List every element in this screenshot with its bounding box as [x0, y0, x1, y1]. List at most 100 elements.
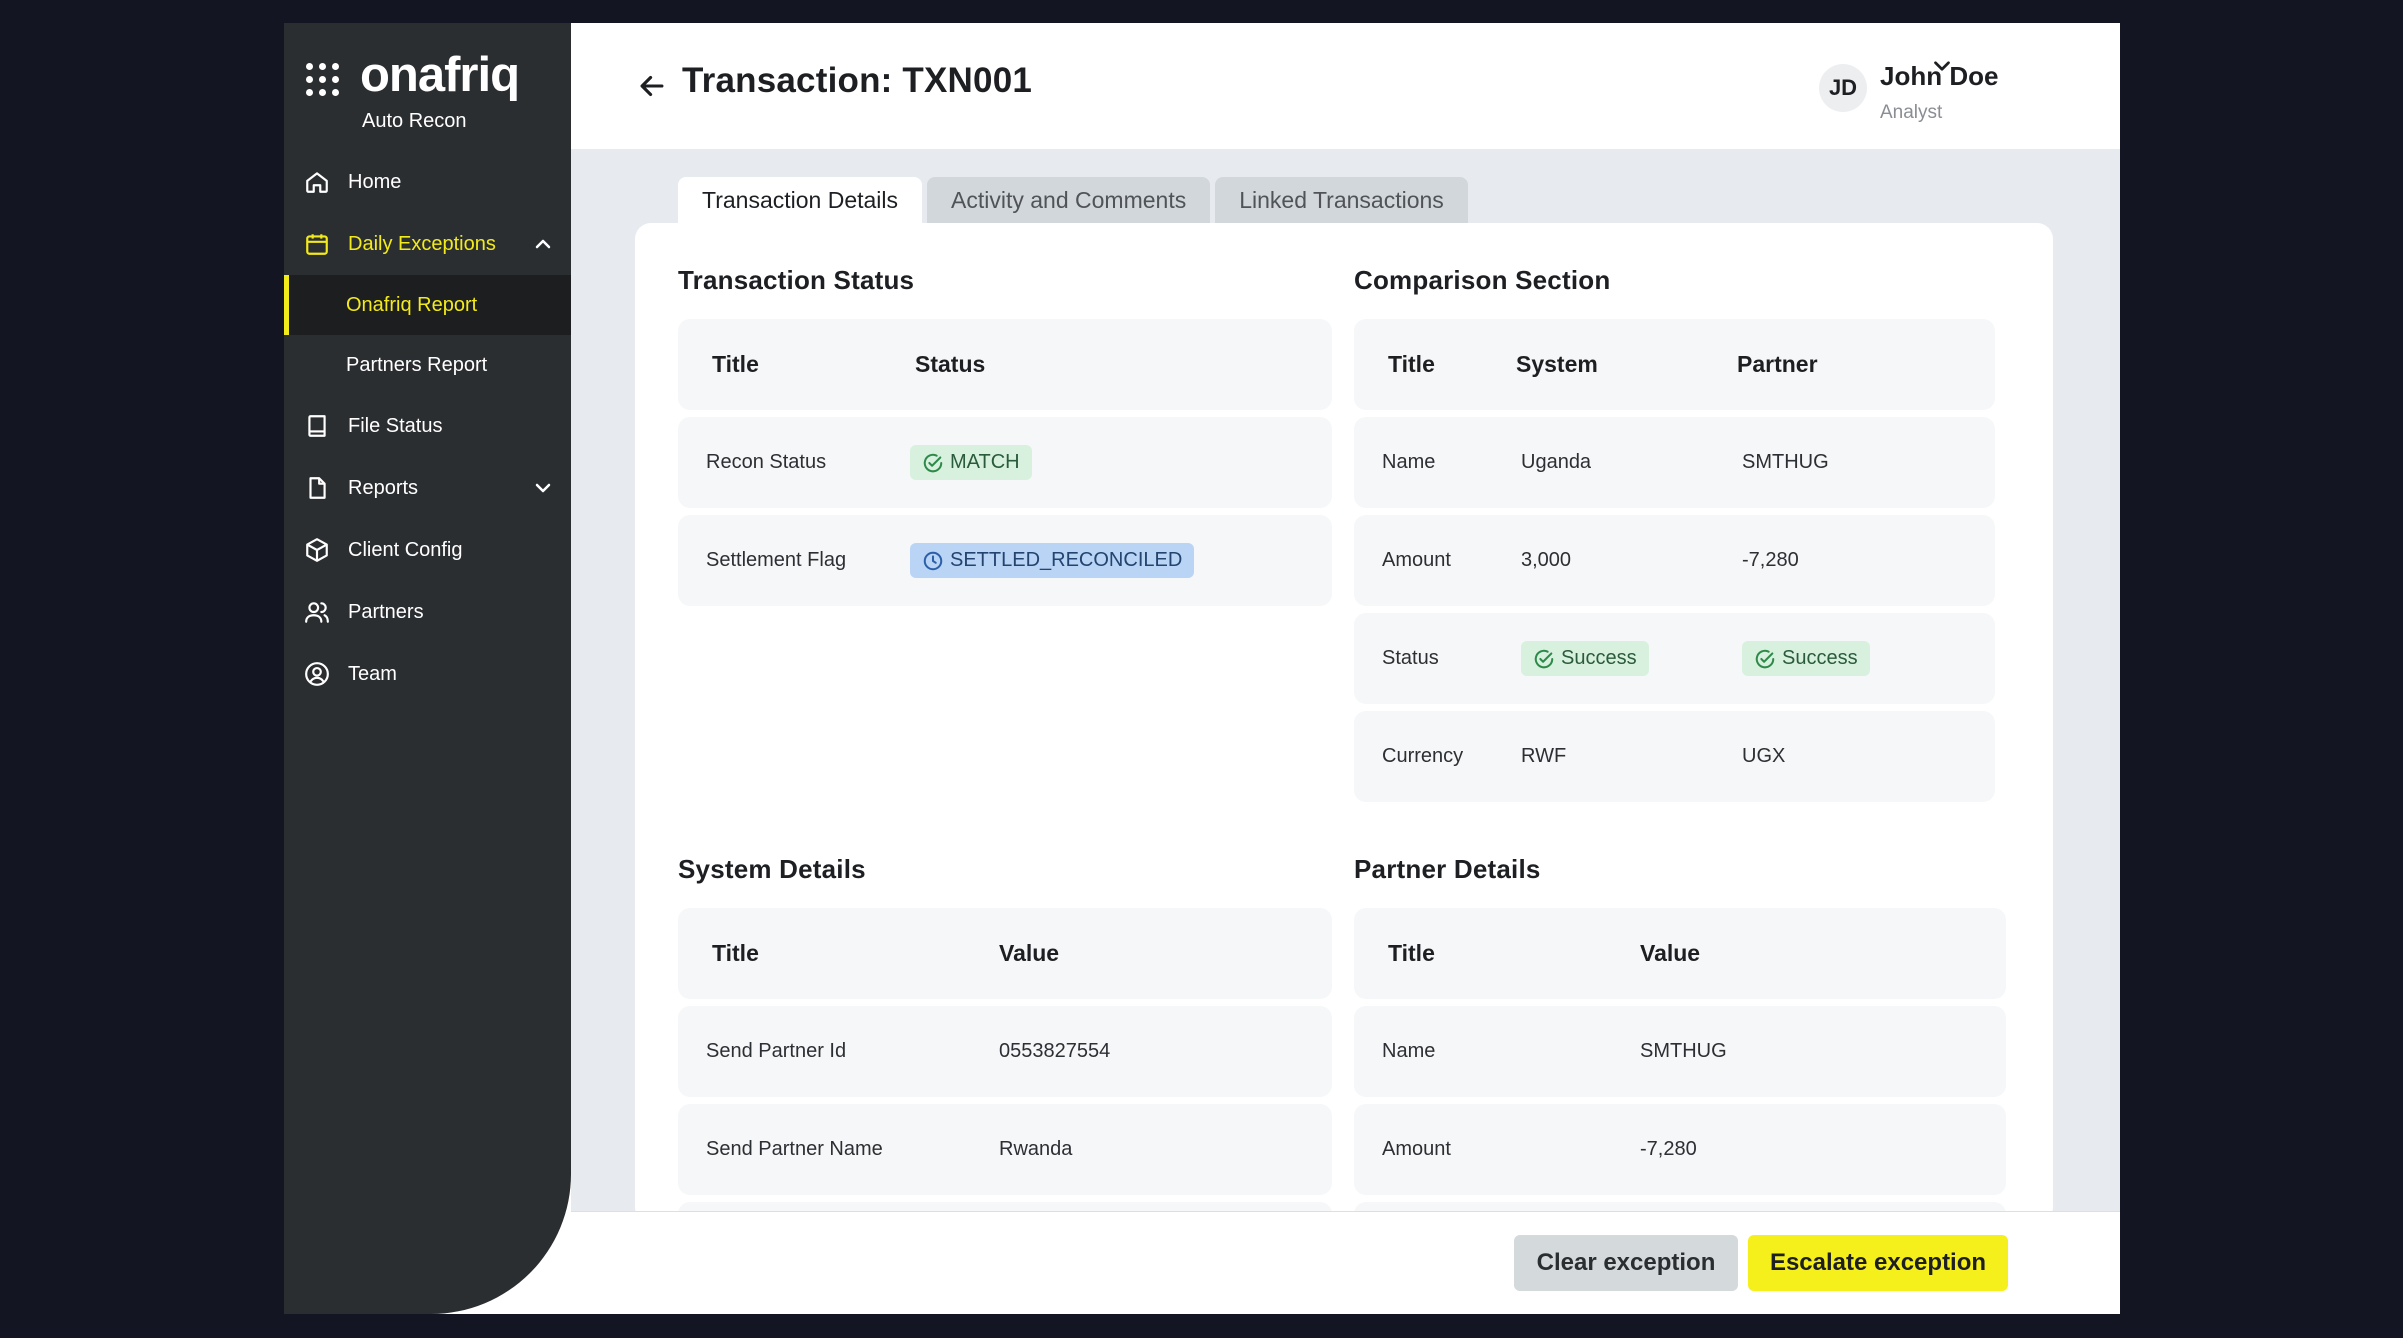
check-circle-icon — [1534, 649, 1554, 668]
top-bar: Transaction: TXN001 JD John Doe Analyst — [571, 23, 2120, 149]
table-row: Settlement Flag SETTLED_RECONCILED — [678, 515, 1332, 606]
column-header: Value — [999, 940, 1060, 966]
home-icon — [302, 167, 332, 197]
table-header-row: Title Value — [678, 908, 1332, 999]
action-footer: Clear exception Escalate exception — [571, 1211, 2120, 1314]
row-title: Amount — [1382, 549, 1451, 571]
column-header: Partner — [1737, 351, 1818, 377]
apps-grid-icon[interactable] — [306, 63, 340, 97]
status-badge: SETTLED_RECONCILED — [910, 543, 1195, 578]
comparison-section: Comparison Section Title System Partner … — [1354, 265, 1995, 809]
sidebar-item-partners[interactable]: Partners — [284, 581, 571, 643]
system-value: Uganda — [1521, 451, 1592, 473]
column-header: System — [1516, 351, 1598, 377]
section-title: System Details — [678, 854, 866, 884]
sidebar-item-reports[interactable]: Reports — [284, 457, 571, 519]
sidebar-subitem-partners-report[interactable]: Partners Report — [284, 335, 571, 395]
partner-value: -7,280 — [1742, 549, 1799, 571]
row-title: Recon Status — [706, 451, 827, 473]
system-value: 3,000 — [1521, 549, 1572, 571]
table-row: Send Partner Name Rwanda — [678, 1104, 1332, 1195]
column-header: Title — [1388, 940, 1435, 966]
row-title: Name — [1382, 1040, 1436, 1062]
file-icon — [302, 473, 332, 503]
row-value: Rwanda — [999, 1138, 1073, 1160]
sidebar: onafriq Auto Recon Home Daily Exceptions… — [284, 23, 571, 1314]
table-row: Amount -7,280 — [1354, 1104, 2006, 1195]
sidebar-item-team[interactable]: Team — [284, 643, 571, 705]
sidebar-item-label: Client Config — [348, 538, 463, 561]
column-header: Title — [712, 351, 759, 377]
back-arrow-icon[interactable] — [635, 69, 669, 103]
user-circle-icon — [302, 659, 332, 689]
table-header-row: Title Value — [1354, 908, 2006, 999]
sidebar-subitem-onafriq-report[interactable]: Onafriq Report — [284, 275, 571, 335]
system-details-section: System Details Title Value Send Partner … — [678, 854, 1332, 1211]
chevron-up-icon[interactable] — [531, 232, 555, 256]
tab-activity-and-comments[interactable]: Activity and Comments — [927, 177, 1211, 223]
column-header: Value — [1640, 940, 1701, 966]
row-title: Send Partner Name — [706, 1138, 883, 1160]
sidebar-item-client-config[interactable]: Client Config — [284, 519, 571, 581]
page-title: Transaction: TXN001 — [682, 61, 1033, 100]
status-badge: MATCH — [910, 445, 1032, 480]
transaction-status-section: Transaction Status Title Status Recon St… — [678, 265, 1332, 613]
escalate-exception-button[interactable]: Escalate exception — [1748, 1235, 2008, 1291]
sidebar-item-label: Home — [348, 170, 402, 193]
table-header-row: Title Status — [678, 319, 1332, 410]
sidebar-item-daily-exceptions[interactable]: Daily Exceptions — [284, 213, 571, 275]
users-icon — [302, 597, 332, 627]
check-circle-icon — [923, 453, 943, 472]
sidebar-item-label: Reports — [348, 476, 419, 499]
sidebar-item-file-status[interactable]: File Status — [284, 395, 571, 457]
cube-icon — [302, 535, 332, 565]
status-badge: Success — [1521, 641, 1649, 676]
table-row — [678, 1202, 1332, 1211]
chevron-down-icon[interactable] — [1929, 53, 1955, 79]
system-value: RWF — [1521, 745, 1567, 767]
column-header: Title — [712, 940, 759, 966]
content-area: Transaction Details Activity and Comment… — [571, 149, 2120, 1211]
status-badge: Success — [1742, 641, 1870, 676]
sidebar-item-label: File Status — [348, 414, 443, 437]
column-header: Status — [915, 351, 986, 377]
row-value: SMTHUG — [1640, 1040, 1727, 1062]
row-title: Status — [1382, 647, 1439, 669]
clock-icon — [923, 551, 943, 570]
brand-tagline: Auto Recon — [362, 110, 467, 132]
row-title: Name — [1382, 451, 1436, 473]
tab-linked-transactions[interactable]: Linked Transactions — [1215, 177, 1468, 223]
section-title: Comparison Section — [1354, 265, 1611, 295]
table-row: Send Partner Id 0553827554 — [678, 1006, 1332, 1097]
table-row: Amount 3,000 -7,280 — [1354, 515, 1995, 606]
user-role: Analyst — [1880, 102, 1943, 123]
section-title: Transaction Status — [678, 265, 915, 295]
user-menu[interactable]: JD John Doe Analyst — [1819, 61, 1998, 124]
main-area: Transaction: TXN001 JD John Doe Analyst … — [571, 23, 2120, 1314]
sidebar-item-label: Team — [348, 662, 397, 685]
tab-bar: Transaction Details Activity and Comment… — [678, 177, 1473, 223]
row-title: Amount — [1382, 1138, 1451, 1160]
calendar-icon — [302, 229, 332, 259]
row-title: Send Partner Id — [706, 1040, 847, 1062]
table-row: Status Success Success — [1354, 613, 1995, 704]
table-row: Name Uganda SMTHUG — [1354, 417, 1995, 508]
table-row — [1354, 1202, 2006, 1211]
check-circle-icon — [1755, 649, 1775, 668]
tab-transaction-details[interactable]: Transaction Details — [678, 177, 923, 223]
table-header-row: Title System Partner — [1354, 319, 1995, 410]
row-value: -7,280 — [1640, 1138, 1697, 1160]
partner-details-section: Partner Details Title Value Name SMTHUG … — [1354, 854, 2006, 1211]
partner-value: UGX — [1742, 745, 1786, 767]
row-value: 0553827554 — [999, 1040, 1111, 1062]
sidebar-item-home[interactable]: Home — [284, 151, 571, 213]
partner-value: SMTHUG — [1742, 451, 1829, 473]
avatar[interactable]: JD — [1819, 64, 1867, 112]
clear-exception-button[interactable]: Clear exception — [1514, 1235, 1738, 1291]
brand-name: onafriq — [360, 48, 520, 102]
chevron-down-icon[interactable] — [531, 476, 555, 500]
table-row: Recon Status MATCH — [678, 417, 1332, 508]
table-row: Name SMTHUG — [1354, 1006, 2006, 1097]
table-row: Currency RWF UGX — [1354, 711, 1995, 802]
sidebar-item-label: Partners — [348, 600, 424, 623]
